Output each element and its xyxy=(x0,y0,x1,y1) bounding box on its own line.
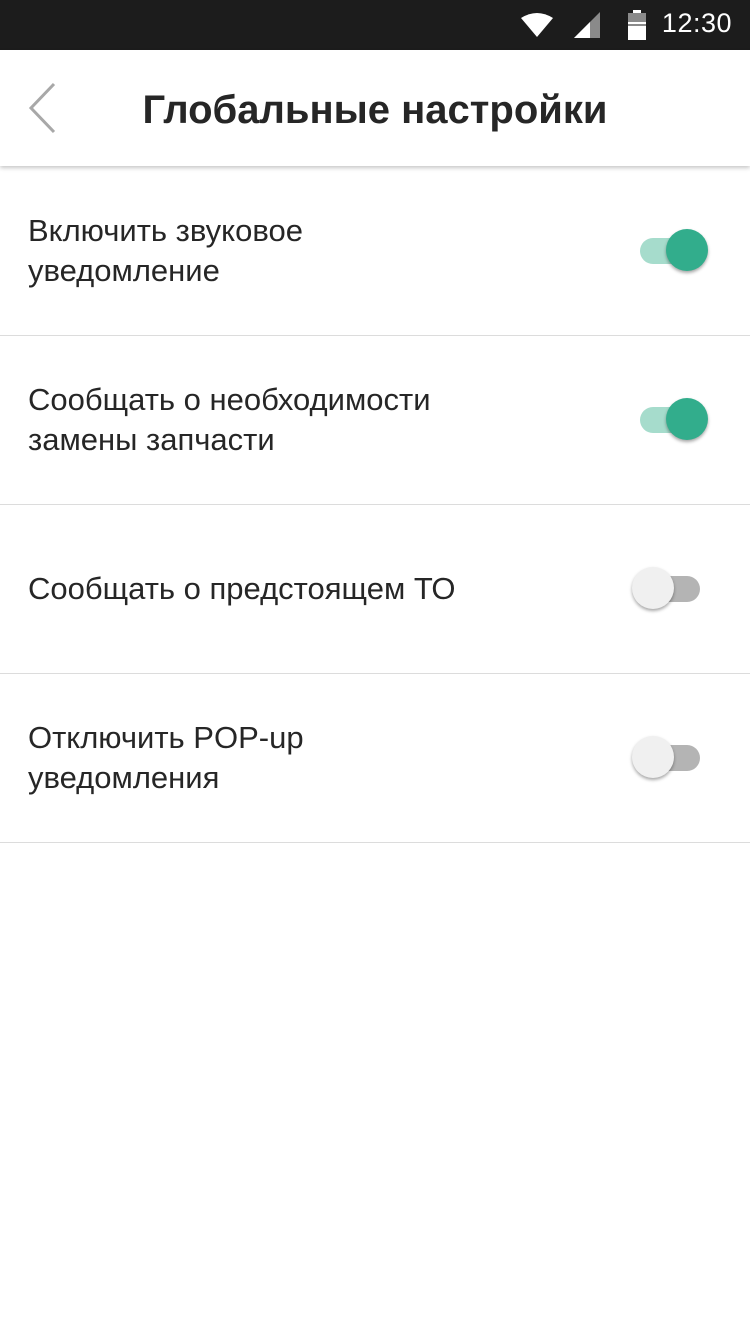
part-replacement-toggle[interactable] xyxy=(636,398,708,442)
setting-label: Включить звуковое уведомление xyxy=(28,213,303,288)
settings-list: Включить звуковое уведомление Сообщать о… xyxy=(0,167,750,843)
toggle-thumb xyxy=(632,567,674,609)
status-bar: 12:30 xyxy=(0,0,750,50)
toggle-thumb xyxy=(632,736,674,778)
setting-label: Отключить POP-up уведомления xyxy=(28,720,304,795)
wifi-icon xyxy=(521,12,553,38)
status-time: 12:30 xyxy=(661,8,732,38)
disable-popup-toggle[interactable] xyxy=(632,736,706,780)
setting-row-part-replacement[interactable]: Сообщать о необходимости замены запчасти xyxy=(0,336,750,505)
setting-label: Сообщать о предстоящем ТО xyxy=(28,571,456,606)
sound-notification-toggle[interactable] xyxy=(636,229,708,273)
setting-row-disable-popup[interactable]: Отключить POP-up уведомления xyxy=(0,674,750,843)
page-title: Глобальные настройки xyxy=(142,88,608,132)
battery-icon xyxy=(626,10,648,40)
signal-icon xyxy=(574,12,602,38)
app-bar: Глобальные настройки xyxy=(0,50,750,166)
setting-row-sound-notification[interactable]: Включить звуковое уведомление xyxy=(0,167,750,336)
setting-label: Сообщать о необходимости замены запчасти xyxy=(28,382,431,457)
toggle-thumb xyxy=(666,398,708,440)
setting-row-upcoming-maintenance[interactable]: Сообщать о предстоящем ТО xyxy=(0,505,750,674)
toggle-thumb xyxy=(666,229,708,271)
upcoming-maintenance-toggle[interactable] xyxy=(632,567,706,611)
